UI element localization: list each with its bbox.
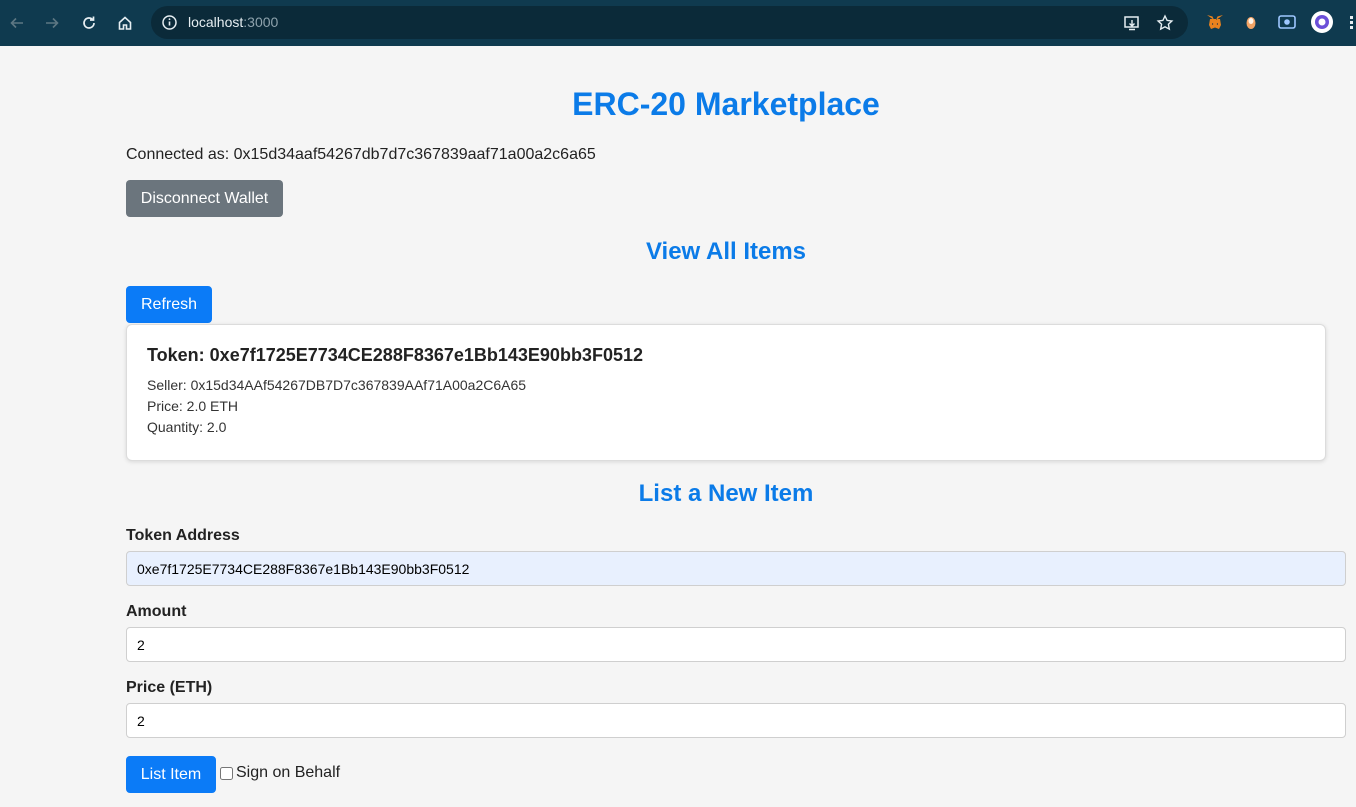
bookmark-star-icon[interactable] xyxy=(1156,14,1174,32)
connected-account-text: Connected as: 0x15d34aaf54267db7d7c36783… xyxy=(126,146,596,163)
metamask-extension-icon[interactable] xyxy=(1204,11,1226,33)
back-arrow-icon[interactable] xyxy=(5,11,29,35)
item-price: Price: 2.0 ETH xyxy=(147,398,239,414)
reload-icon[interactable] xyxy=(77,11,101,35)
disconnect-wallet-button[interactable]: Disconnect Wallet xyxy=(126,180,283,217)
install-app-icon[interactable] xyxy=(1123,14,1141,32)
profile-avatar-icon[interactable] xyxy=(1311,11,1333,33)
extension-icon[interactable] xyxy=(1240,11,1262,33)
address-bar[interactable]: localhost:3000 xyxy=(151,6,1188,39)
url-text: localhost:3000 xyxy=(188,14,278,30)
item-token: Token: 0xe7f1725E7734CE288F8367e1Bb143E9… xyxy=(147,345,643,365)
refresh-button[interactable]: Refresh xyxy=(126,286,212,323)
amount-label: Amount xyxy=(126,603,187,620)
home-icon[interactable] xyxy=(113,11,137,35)
token-address-label: Token Address xyxy=(126,527,240,544)
sign-on-behalf-checkbox[interactable] xyxy=(220,766,233,780)
item-quantity: Quantity: 2.0 xyxy=(147,419,227,435)
page-content: ERC-20 Marketplace Connected as: 0x15d34… xyxy=(0,46,1356,807)
url-port: :3000 xyxy=(243,14,279,30)
site-info-icon[interactable] xyxy=(161,14,178,31)
chrome-menu-icon[interactable] xyxy=(1346,11,1356,33)
view-all-items-heading: View All Items xyxy=(645,238,807,265)
page-title: ERC-20 Marketplace xyxy=(572,86,880,122)
price-input[interactable] xyxy=(126,703,1346,738)
forward-arrow-icon[interactable] xyxy=(40,11,64,35)
sign-on-behalf-option[interactable]: Sign on Behalf xyxy=(220,764,340,782)
browser-toolbar: localhost:3000 xyxy=(0,0,1356,46)
url-host: localhost xyxy=(188,14,244,30)
item-card: Token: 0xe7f1725E7734CE288F8367e1Bb143E9… xyxy=(126,324,1326,461)
list-item-button[interactable]: List Item xyxy=(126,756,216,793)
item-seller: Seller: 0x15d34AAf54267DB7D7c367839AAf71… xyxy=(147,377,527,393)
list-new-item-heading: List a New Item xyxy=(638,480,814,507)
sign-on-behalf-label: Sign on Behalf xyxy=(236,764,341,781)
amount-input[interactable] xyxy=(126,627,1346,662)
price-label: Price (ETH) xyxy=(126,679,213,696)
token-address-input[interactable] xyxy=(126,551,1346,586)
screen-extension-icon[interactable] xyxy=(1276,11,1298,33)
